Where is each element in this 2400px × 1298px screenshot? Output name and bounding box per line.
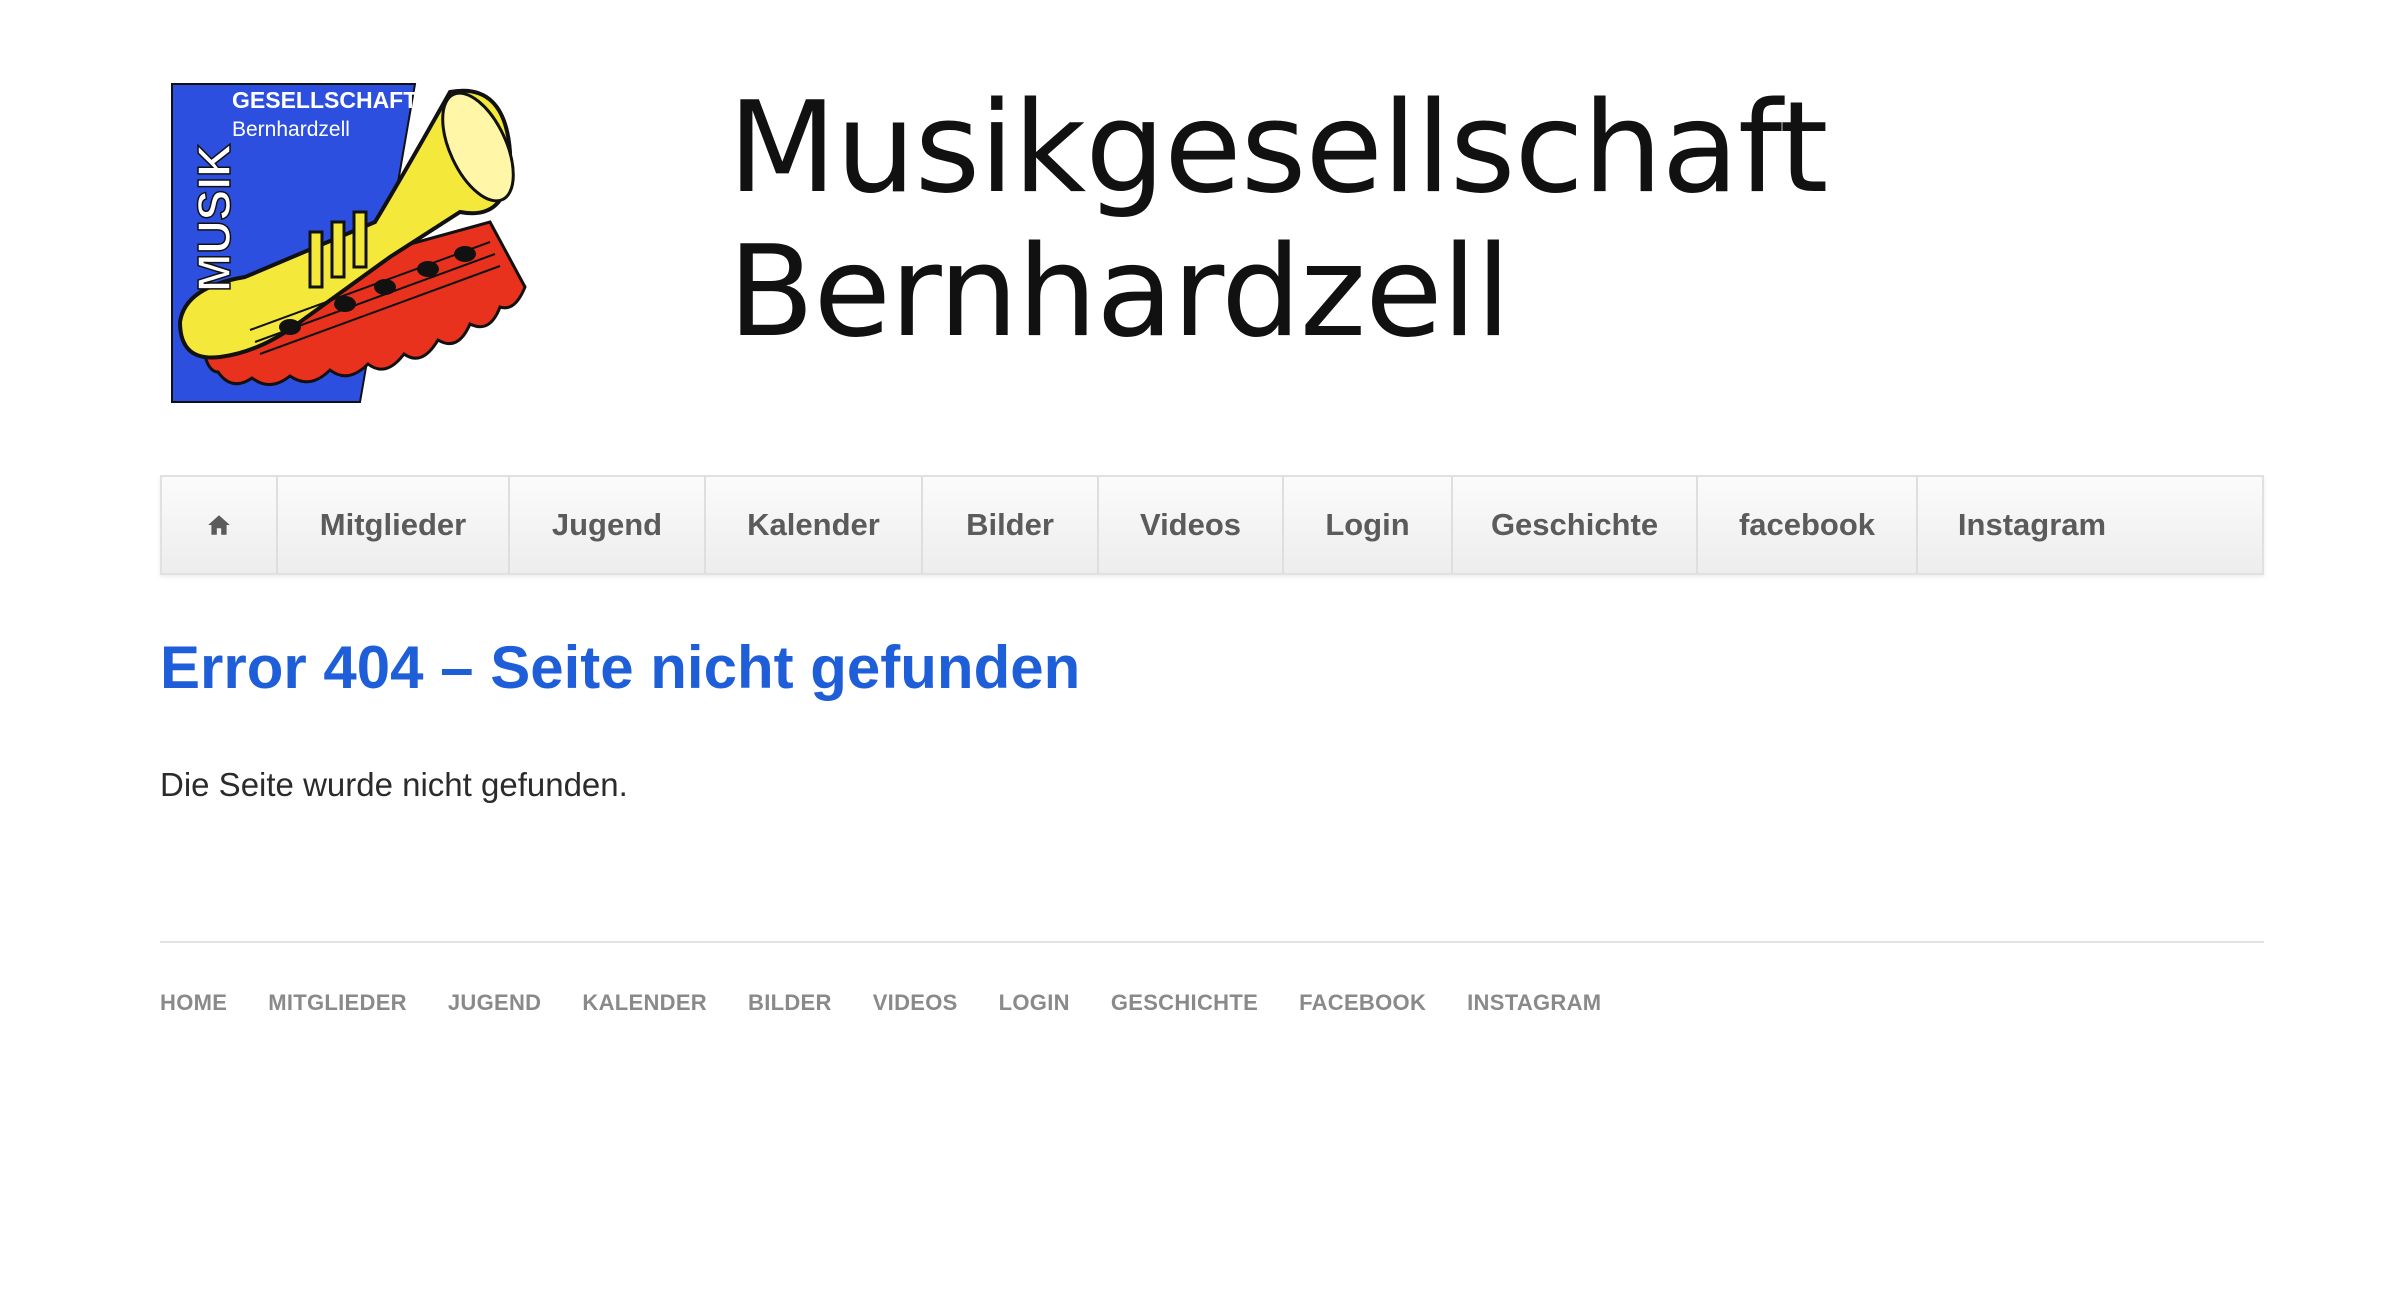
nav-item-label: Mitglieder xyxy=(319,507,467,542)
site-title-line1: Musikgesellschaft xyxy=(728,74,1828,221)
site-title[interactable]: Musikgesellschaft Bernhardzell xyxy=(728,74,1828,365)
nav-item-kalender[interactable]: Kalender xyxy=(706,477,923,573)
nav-item-label: Jugend xyxy=(551,507,663,542)
nav-item-bilder[interactable]: Bilder xyxy=(923,477,1099,573)
footer-item-home[interactable]: Home xyxy=(160,990,227,1016)
footer-item-geschichte[interactable]: Geschichte xyxy=(1111,990,1258,1016)
footer-item-login[interactable]: Login xyxy=(999,990,1070,1016)
nav-item-label: Videos xyxy=(1139,507,1242,542)
footer-nav: Home Mitglieder Jugend Kalender Bilder V… xyxy=(160,990,1642,1016)
footer-item-videos[interactable]: Videos xyxy=(873,990,958,1016)
logo-image: MUSIK GESELLSCHAFT Bernhardzell xyxy=(171,83,527,403)
nav-item-label: Instagram xyxy=(1957,507,2107,542)
nav-item-facebook[interactable]: facebook xyxy=(1698,477,1918,573)
page: MUSIK GESELLSCHAFT Bernhardzell Musikges… xyxy=(0,0,2400,1298)
logo-text-line1: GESELLSCHAFT xyxy=(232,87,417,113)
nav-item-home[interactable] xyxy=(162,477,278,573)
nav-item-jugend[interactable]: Jugend xyxy=(510,477,706,573)
nav-item-instagram[interactable]: Instagram xyxy=(1918,477,2146,573)
nav-item-login[interactable]: Login xyxy=(1284,477,1453,573)
logo-text-vertical: MUSIK xyxy=(188,144,240,292)
nav-item-label: facebook xyxy=(1738,507,1876,542)
nav-item-geschichte[interactable]: Geschichte xyxy=(1453,477,1698,573)
nav-item-mitglieder[interactable]: Mitglieder xyxy=(278,477,510,573)
nav-item-label: Geschichte xyxy=(1490,507,1659,542)
footer-item-facebook[interactable]: facebook xyxy=(1299,990,1426,1016)
footer-divider xyxy=(160,941,2264,943)
nav-item-videos[interactable]: Videos xyxy=(1099,477,1284,573)
logo-text-line2: Bernhardzell xyxy=(232,118,350,141)
footer-item-kalender[interactable]: Kalender xyxy=(582,990,707,1016)
nav-item-label: Bilder xyxy=(966,507,1054,542)
site-logo[interactable]: MUSIK GESELLSCHAFT Bernhardzell xyxy=(160,72,540,417)
site-title-line2: Bernhardzell xyxy=(728,218,1511,365)
home-icon xyxy=(208,515,230,535)
footer-item-jugend[interactable]: Jugend xyxy=(448,990,542,1016)
nav-item-label: Kalender xyxy=(747,507,880,542)
page-title: Error 404 – Seite nicht gefunden xyxy=(160,634,1081,701)
site-header: MUSIK GESELLSCHAFT Bernhardzell Musikges… xyxy=(160,72,2264,422)
nav-item-label: Login xyxy=(1325,507,1410,542)
footer-item-mitglieder[interactable]: Mitglieder xyxy=(268,990,407,1016)
main-nav: Mitglieder Jugend Kalender Bilder Videos… xyxy=(160,475,2264,575)
page-text: Die Seite wurde nicht gefunden. xyxy=(160,766,628,803)
footer-item-instagram[interactable]: Instagram xyxy=(1467,990,1601,1016)
footer-item-bilder[interactable]: Bilder xyxy=(748,990,832,1016)
